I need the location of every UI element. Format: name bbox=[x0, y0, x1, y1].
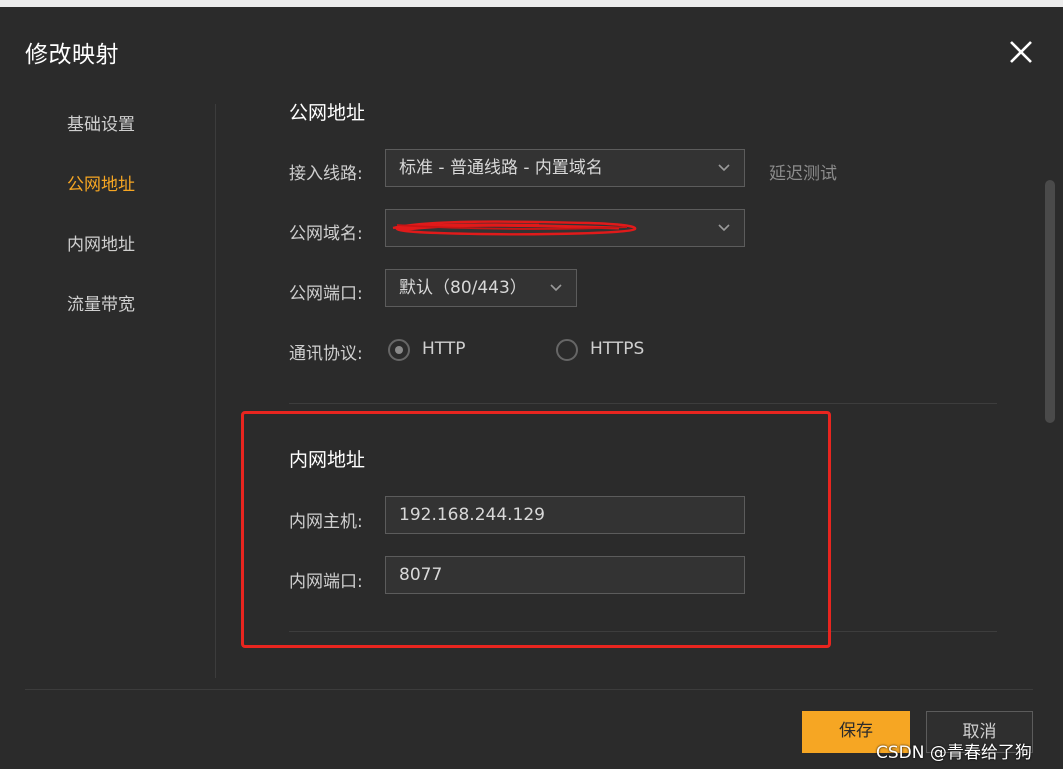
sidebar-item-basic-settings[interactable]: 基础设置 bbox=[67, 110, 135, 135]
access-line-label: 接入线路: bbox=[289, 164, 363, 184]
csdn-watermark: CSDN @青春给了狗 bbox=[876, 743, 1032, 763]
protocol-label-http[interactable]: HTTP bbox=[422, 339, 466, 359]
sidebar-item-traffic-bandwidth[interactable]: 流量带宽 bbox=[67, 290, 135, 315]
sidebar-divider bbox=[215, 104, 216, 678]
sidebar-item-internal-address[interactable]: 内网地址 bbox=[67, 230, 135, 255]
public-domain-label: 公网域名: bbox=[289, 224, 363, 244]
latency-test-link[interactable]: 延迟测试 bbox=[769, 159, 837, 184]
edit-mapping-dialog: 修改映射 基础设置 公网地址 内网地址 流量带宽 公网地址 接入线路: 标准 -… bbox=[0, 7, 1063, 769]
public-port-label: 公网端口: bbox=[289, 284, 363, 304]
public-address-title: 公网地址 bbox=[289, 102, 366, 124]
chevron-down-icon bbox=[718, 164, 730, 172]
protocol-radio-http[interactable] bbox=[388, 339, 410, 361]
radio-selected-dot bbox=[395, 346, 403, 354]
access-line-value: 标准 - 普通线路 - 内置域名 bbox=[399, 158, 603, 178]
footer-divider bbox=[25, 689, 1033, 690]
red-highlight-box bbox=[241, 411, 831, 648]
chevron-down-icon bbox=[718, 224, 730, 232]
close-button[interactable] bbox=[1001, 32, 1041, 72]
section-divider bbox=[289, 403, 997, 404]
public-port-value: 默认（80/443） bbox=[399, 278, 527, 298]
protocol-label-https[interactable]: HTTPS bbox=[590, 339, 644, 359]
protocol-label: 通讯协议: bbox=[289, 344, 363, 364]
access-line-select[interactable]: 标准 - 普通线路 - 内置域名 bbox=[385, 149, 745, 187]
content-scrollbar[interactable] bbox=[1045, 180, 1055, 423]
sidebar-item-public-address[interactable]: 公网地址 bbox=[67, 170, 135, 195]
window-top-edge bbox=[0, 0, 1063, 7]
redaction-scribble bbox=[392, 220, 637, 236]
dialog-title: 修改映射 bbox=[25, 42, 119, 68]
protocol-radio-https[interactable] bbox=[556, 339, 578, 361]
close-icon bbox=[1010, 41, 1032, 63]
public-port-select[interactable]: 默认（80/443） bbox=[385, 269, 577, 307]
chevron-down-icon bbox=[550, 284, 562, 292]
